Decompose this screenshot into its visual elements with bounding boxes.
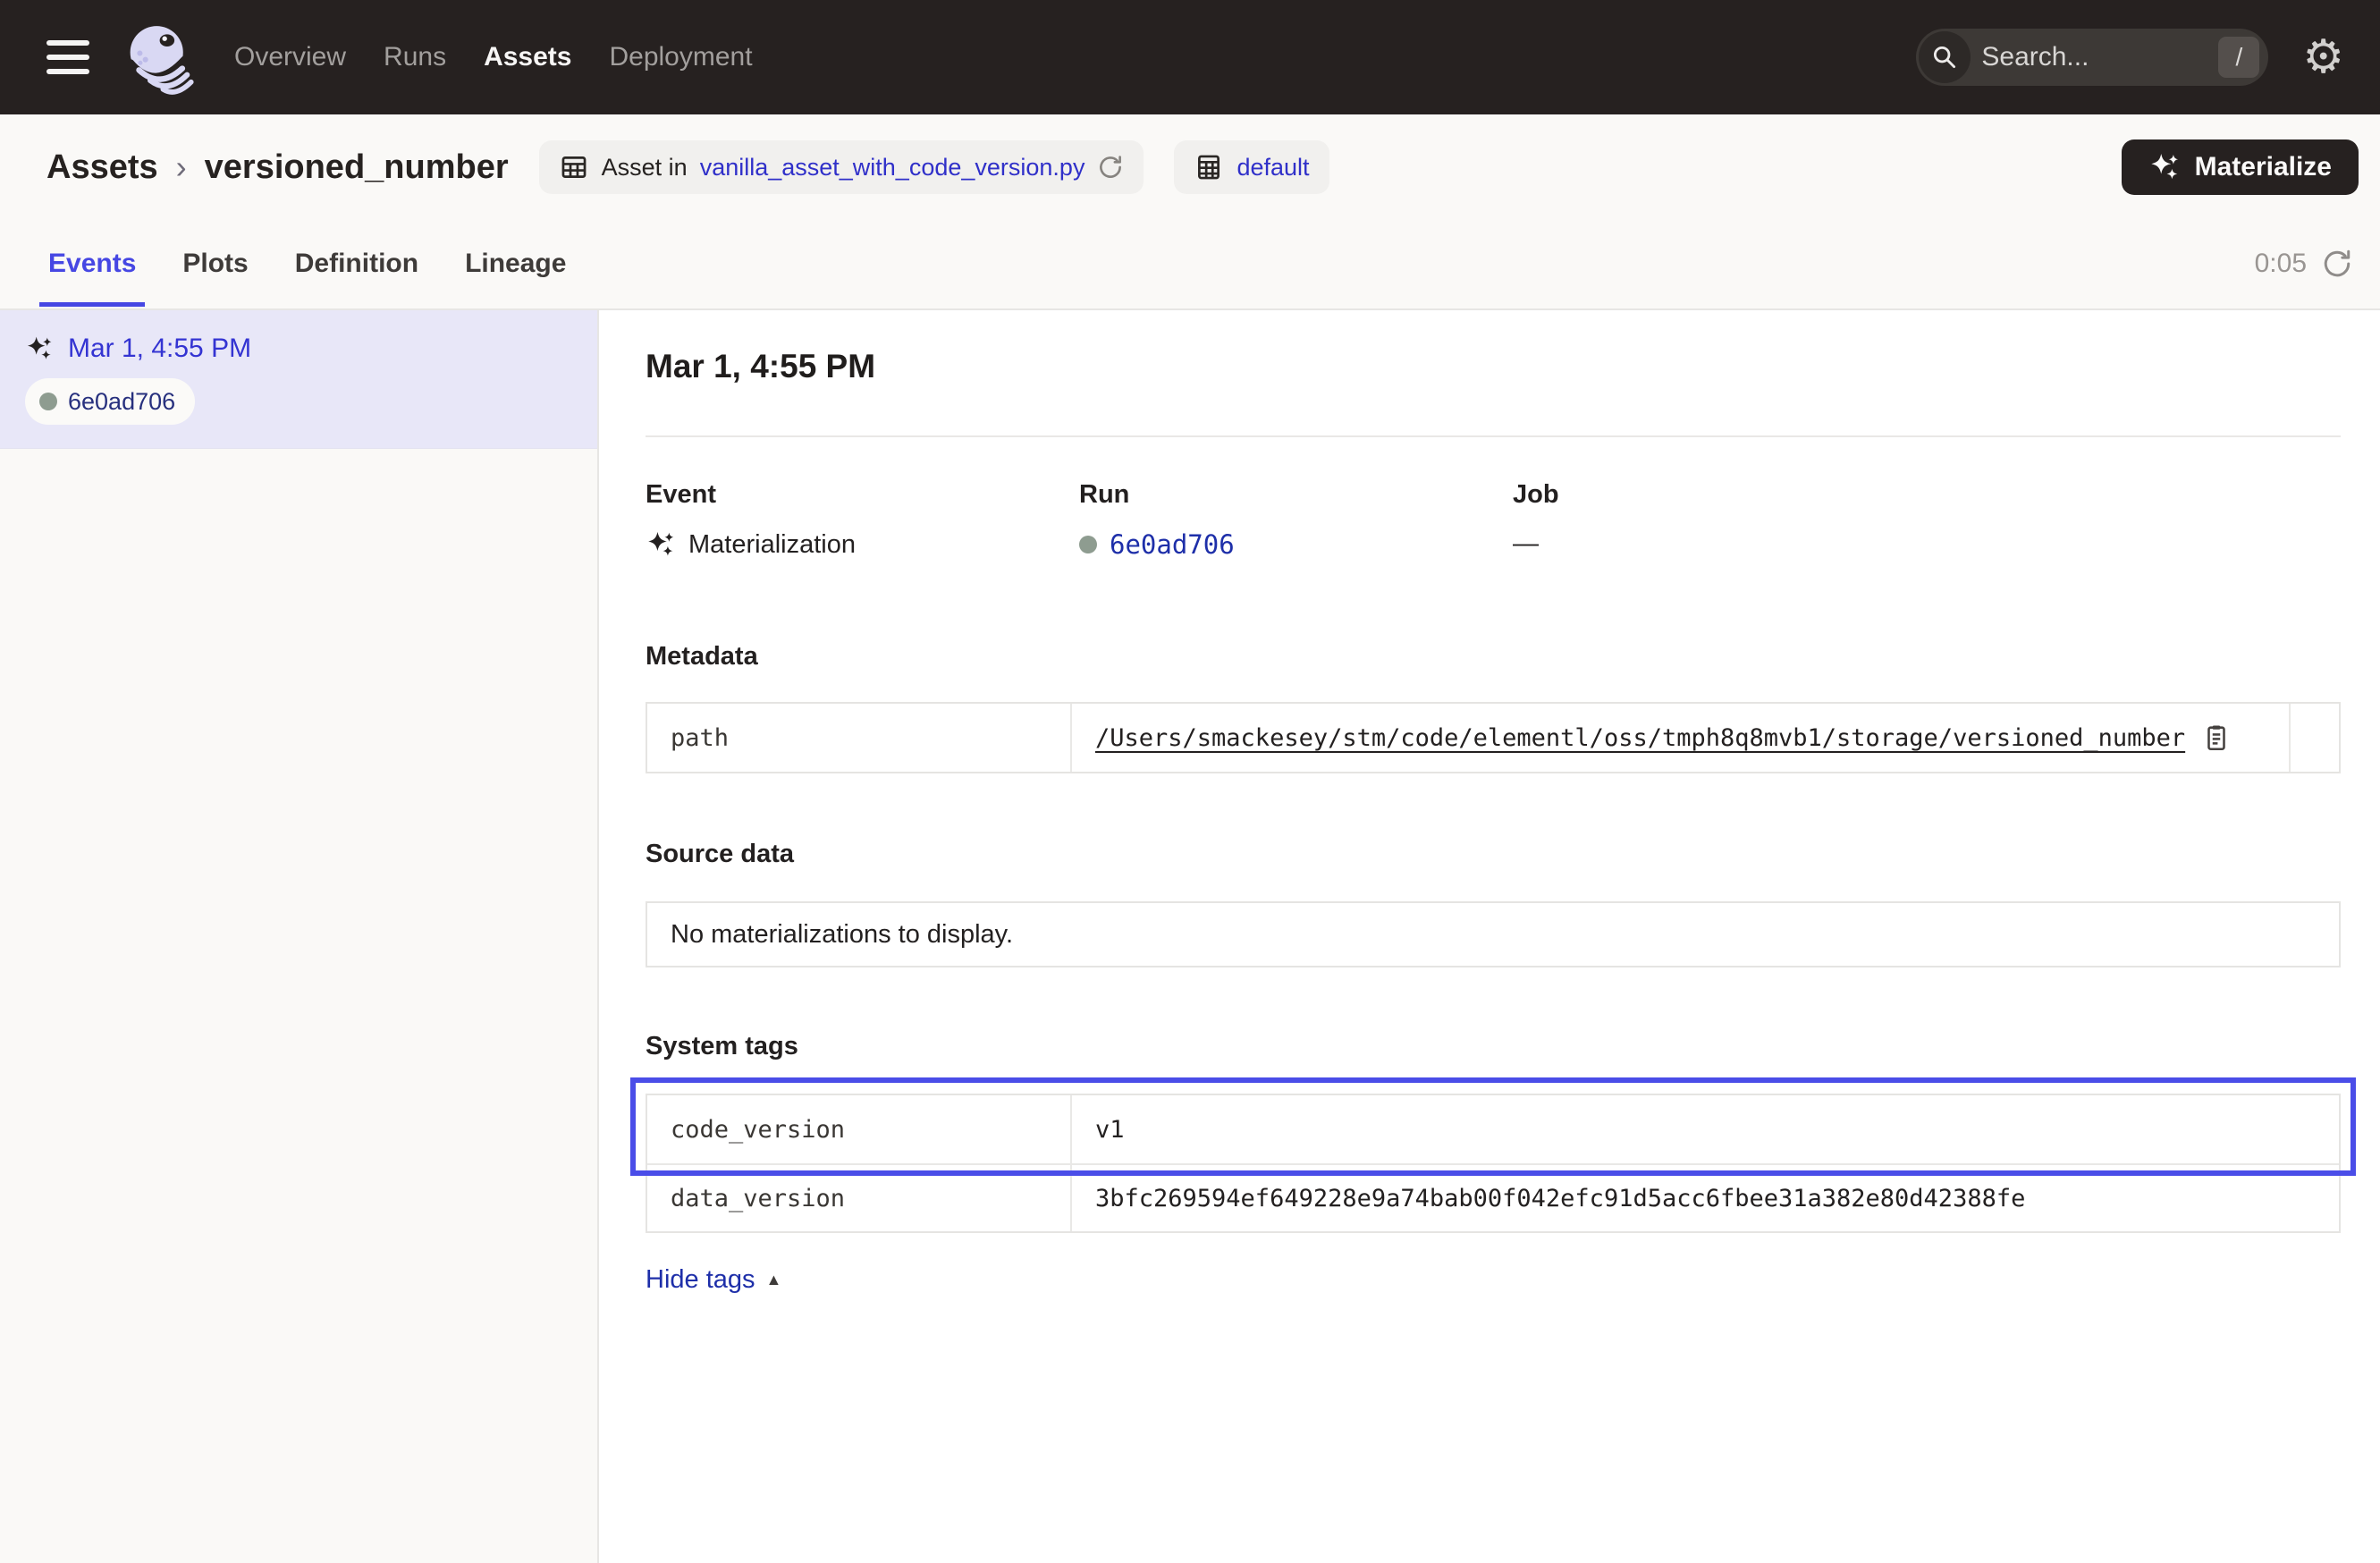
job-empty-value: — bbox=[1513, 529, 1539, 559]
event-run-pill[interactable]: 6e0ad706 bbox=[25, 378, 195, 425]
table-row: path /Users/smackesey/stm/code/elementl/… bbox=[647, 704, 2339, 772]
refresh-countdown: 0:05 bbox=[2255, 248, 2353, 280]
dagster-logo-icon[interactable] bbox=[120, 19, 197, 96]
asset-tabs: Events Plots Definition Lineage 0:05 bbox=[0, 220, 2380, 307]
event-type-value: Materialization bbox=[688, 530, 856, 560]
hide-tags-label: Hide tags bbox=[646, 1265, 755, 1295]
code-location-pill: default bbox=[1174, 140, 1329, 194]
system-tag-value: 3bfc269594ef649228e9a74bab00f042efc91d5a… bbox=[1072, 1165, 2339, 1231]
job-column-label: Job bbox=[1513, 480, 2341, 510]
section-divider bbox=[646, 435, 2341, 437]
job-column: Job — bbox=[1513, 480, 2341, 560]
run-column: Run 6e0ad706 bbox=[1079, 480, 1513, 560]
event-timestamp-link[interactable]: Mar 1, 4:55 PM bbox=[68, 334, 251, 364]
nav-item-assets[interactable]: Assets bbox=[484, 42, 571, 72]
event-column-label: Event bbox=[646, 480, 1079, 510]
system-tag-value: v1 bbox=[1072, 1095, 2339, 1163]
tab-definition[interactable]: Definition bbox=[291, 220, 422, 307]
asset-pill-prefix: Asset in bbox=[602, 154, 688, 182]
event-list-item-selected[interactable]: Mar 1, 4:55 PM 6e0ad706 bbox=[0, 310, 597, 449]
asset-file-link[interactable]: vanilla_asset_with_code_version.py bbox=[700, 154, 1085, 182]
refresh-countdown-value: 0:05 bbox=[2255, 249, 2307, 279]
asset-page-header: Assets › versioned_number Asset in vanil… bbox=[0, 114, 2380, 310]
source-data-heading: Source data bbox=[646, 840, 2341, 869]
breadcrumb: Assets › versioned_number Asset in vanil… bbox=[0, 114, 2380, 220]
system-tag-key: data_version bbox=[647, 1165, 1072, 1231]
copy-path-button[interactable] bbox=[2201, 722, 2232, 753]
run-id-link[interactable]: 6e0ad706 bbox=[1110, 529, 1235, 560]
code-location-link[interactable]: default bbox=[1236, 154, 1309, 182]
metadata-table: path /Users/smackesey/stm/code/elementl/… bbox=[646, 702, 2341, 773]
metadata-key: path bbox=[647, 704, 1072, 772]
run-status-dot bbox=[1079, 536, 1097, 553]
table-row: code_version v1 bbox=[647, 1095, 2339, 1163]
source-data-empty-state: No materializations to display. bbox=[646, 901, 2341, 967]
refresh-icon[interactable] bbox=[2321, 248, 2353, 280]
asset-definition-pill: Asset in vanilla_asset_with_code_version… bbox=[539, 140, 1144, 194]
nav-item-runs[interactable]: Runs bbox=[384, 42, 446, 72]
tab-lineage[interactable]: Lineage bbox=[461, 220, 570, 307]
tab-plots[interactable]: Plots bbox=[179, 220, 251, 307]
breadcrumb-separator: › bbox=[176, 148, 187, 186]
clipboard-copy-icon bbox=[2201, 722, 2232, 753]
materialization-sparkle-icon bbox=[25, 334, 54, 363]
run-column-label: Run bbox=[1079, 480, 1513, 510]
repo-grid-icon bbox=[1194, 152, 1224, 182]
metadata-heading: Metadata bbox=[646, 642, 2341, 672]
asset-table-icon bbox=[559, 152, 589, 182]
materialize-button[interactable]: Materialize bbox=[2122, 139, 2359, 195]
search-icon bbox=[1919, 31, 1971, 83]
event-heading: Mar 1, 4:55 PM bbox=[646, 348, 2341, 385]
breadcrumb-assets-link[interactable]: Assets bbox=[46, 148, 158, 187]
materialization-sparkle-icon bbox=[646, 529, 676, 560]
hide-tags-link[interactable]: Hide tags ▲ bbox=[646, 1265, 781, 1295]
hamburger-menu-icon[interactable] bbox=[46, 40, 89, 74]
collapse-caret-icon: ▲ bbox=[766, 1271, 782, 1289]
event-detail-panel: Mar 1, 4:55 PM Event Materialization Run bbox=[599, 310, 2380, 1563]
nav-item-overview[interactable]: Overview bbox=[234, 42, 346, 72]
top-nav: Overview Runs Assets Deployment / ⚙ bbox=[0, 0, 2380, 114]
run-status-dot bbox=[39, 393, 57, 410]
search-input[interactable] bbox=[1971, 42, 2218, 72]
metadata-path-link[interactable]: /Users/smackesey/stm/code/elementl/oss/t… bbox=[1095, 724, 2185, 752]
events-sidebar: Mar 1, 4:55 PM 6e0ad706 bbox=[0, 310, 599, 1563]
event-run-id: 6e0ad706 bbox=[68, 388, 175, 416]
sparkle-icon bbox=[2148, 151, 2181, 183]
system-tag-key: code_version bbox=[647, 1095, 1072, 1163]
reload-definition-icon[interactable] bbox=[1097, 154, 1124, 181]
system-tags-heading: System tags bbox=[646, 1032, 2341, 1061]
search-shortcut-key: / bbox=[2218, 37, 2259, 78]
tab-events[interactable]: Events bbox=[45, 220, 139, 307]
system-tags-table: code_version v1 data_version 3bfc269594e… bbox=[646, 1094, 2341, 1233]
settings-gear-icon[interactable]: ⚙ bbox=[2302, 34, 2344, 80]
nav-item-deployment[interactable]: Deployment bbox=[609, 42, 752, 72]
global-search[interactable]: / bbox=[1916, 29, 2268, 86]
materialize-button-label: Materialize bbox=[2195, 152, 2332, 182]
table-end-cell bbox=[2289, 704, 2339, 772]
table-row: data_version 3bfc269594ef649228e9a74bab0… bbox=[647, 1163, 2339, 1231]
primary-nav: Overview Runs Assets Deployment bbox=[234, 42, 753, 72]
page-title: versioned_number bbox=[205, 148, 509, 187]
event-column: Event Materialization bbox=[646, 480, 1079, 560]
